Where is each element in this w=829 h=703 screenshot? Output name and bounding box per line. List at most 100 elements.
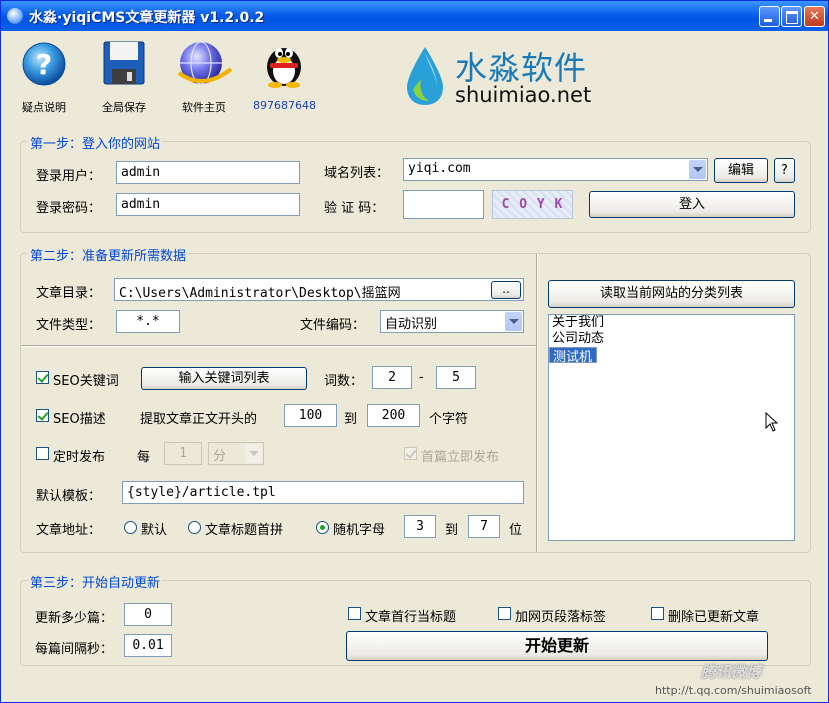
password-input[interactable]: admin bbox=[116, 193, 300, 216]
dir-label: 文章目录： bbox=[36, 286, 102, 301]
template-input[interactable]: {style}/article.tpl bbox=[122, 481, 524, 504]
seo-desc-checkbox[interactable] bbox=[36, 409, 49, 422]
save-icon bbox=[103, 41, 145, 85]
help-toolbar-button[interactable]: ? 疑点说明 bbox=[15, 39, 73, 115]
close-button[interactable]: ✕ bbox=[804, 6, 825, 27]
every-unit-select[interactable]: 分 bbox=[208, 442, 264, 465]
login-button[interactable]: 登入 bbox=[589, 191, 795, 218]
domain-label: 域名列表： bbox=[324, 166, 390, 181]
qq-toolbar-button[interactable]: 897687648 bbox=[253, 39, 316, 115]
word-dash: - bbox=[419, 370, 424, 385]
word-count-label: 词数： bbox=[324, 374, 364, 389]
delete-updated-label[interactable]: 删除已更新文章 bbox=[668, 606, 759, 625]
first-line-title-checkbox[interactable] bbox=[348, 607, 361, 620]
read-categories-button[interactable]: 读取当前网站的分类列表 bbox=[548, 280, 795, 308]
encoding-label: 文件编码： bbox=[300, 318, 366, 333]
app-window: 水淼·yiqiCMS文章更新器 v1.2.0.2 ✕ ? 疑点说明 全局保存 软… bbox=[0, 0, 829, 703]
start-update-button[interactable]: 开始更新 bbox=[346, 631, 768, 661]
list-item[interactable]: 关于我们 bbox=[549, 315, 794, 331]
desc-to-input[interactable]: 200 bbox=[367, 404, 420, 427]
url-default-label[interactable]: 默认 bbox=[141, 519, 167, 538]
delete-updated-checkbox[interactable] bbox=[651, 607, 664, 620]
homepage-toolbar-button[interactable]: 软件主页 bbox=[173, 39, 235, 115]
timed-publish-label[interactable]: 定时发布 bbox=[53, 446, 105, 465]
rand-to-label: 到 bbox=[445, 523, 459, 538]
homepage-label: 软件主页 bbox=[182, 101, 226, 114]
url-title-pinyin-radio[interactable] bbox=[188, 521, 201, 534]
step3-title: 第三步：开始自动更新 bbox=[28, 572, 163, 591]
add-p-tags-label[interactable]: 加网页段落标签 bbox=[515, 606, 606, 625]
word-max-input[interactable]: 5 bbox=[436, 366, 476, 389]
step2-title: 第二步：准备更新所需数据 bbox=[28, 245, 189, 264]
minimize-icon bbox=[760, 7, 779, 26]
step1-title: 第一步：登入你的网站 bbox=[28, 133, 163, 152]
word-min-input[interactable]: 2 bbox=[372, 366, 412, 389]
rand-to-input[interactable]: 7 bbox=[468, 515, 500, 538]
save-toolbar-button[interactable]: 全局保存 bbox=[95, 39, 153, 115]
mouse-cursor-icon bbox=[765, 412, 779, 432]
seo-keyword-label[interactable]: SEO关键词 bbox=[53, 370, 119, 389]
desc-extract-label: 提取文章正文开头的 bbox=[140, 412, 258, 427]
category-list[interactable]: 关于我们 公司动态 测试机 测试2 bbox=[548, 314, 795, 541]
domain-help-button[interactable]: ? bbox=[774, 158, 795, 183]
add-p-tags-checkbox[interactable] bbox=[498, 607, 511, 620]
app-icon bbox=[7, 8, 23, 24]
help-label: 疑点说明 bbox=[22, 101, 66, 114]
list-item-selected[interactable]: 测试机 bbox=[549, 347, 598, 365]
count-input[interactable]: 0 bbox=[124, 603, 172, 626]
url-random-radio[interactable] bbox=[316, 521, 329, 534]
maximize-button[interactable] bbox=[781, 6, 802, 27]
step1-group bbox=[20, 141, 811, 233]
edit-button[interactable]: 编辑 bbox=[714, 158, 768, 183]
save-label: 全局保存 bbox=[102, 101, 146, 114]
every-input[interactable]: 1 bbox=[164, 442, 202, 465]
first-publish-checkbox[interactable] bbox=[404, 447, 417, 460]
file-type-label: 文件类型： bbox=[36, 318, 102, 333]
user-label: 登录用户： bbox=[36, 169, 102, 184]
url-label: 文章地址： bbox=[36, 523, 102, 538]
chevron-down-icon[interactable] bbox=[245, 444, 262, 463]
step2-vertical-divider bbox=[536, 254, 538, 552]
close-icon: ✕ bbox=[809, 9, 820, 24]
chevron-down-icon[interactable] bbox=[689, 160, 706, 179]
water-drop-icon bbox=[407, 47, 443, 105]
desc-from-input[interactable]: 100 bbox=[284, 404, 337, 427]
seo-keyword-checkbox[interactable] bbox=[36, 371, 49, 384]
url-title-pinyin-label[interactable]: 文章标题首拼 bbox=[205, 519, 283, 538]
interval-label: 每篇间隔秒： bbox=[35, 642, 114, 657]
first-line-title-label[interactable]: 文章首行当标题 bbox=[365, 606, 456, 625]
globe-icon bbox=[177, 41, 233, 85]
url-random-label[interactable]: 随机字母 bbox=[333, 519, 385, 538]
title-bar[interactable]: 水淼·yiqiCMS文章更新器 v1.2.0.2 ✕ bbox=[1, 1, 828, 31]
keyword-list-button[interactable]: 输入关键词列表 bbox=[141, 367, 307, 390]
template-label: 默认模板： bbox=[36, 489, 102, 504]
first-publish-label[interactable]: 首篇立即发布 bbox=[421, 446, 499, 465]
brand-logo: 水淼软件 shuimiao.net bbox=[403, 41, 603, 111]
count-label: 更新多少篇： bbox=[35, 611, 114, 626]
interval-input[interactable]: 0.01 bbox=[124, 634, 172, 657]
file-type-input[interactable]: *.* bbox=[116, 310, 180, 333]
chevron-down-icon[interactable] bbox=[505, 312, 522, 331]
desc-unit-label: 个字符 bbox=[429, 412, 469, 427]
user-input[interactable]: admin bbox=[116, 161, 300, 184]
every-label: 每 bbox=[137, 450, 151, 465]
encoding-select[interactable]: 自动识别 bbox=[380, 310, 524, 333]
encoding-value: 自动识别 bbox=[385, 317, 438, 332]
list-item[interactable]: 公司动态 bbox=[549, 331, 794, 347]
weibo-watermark-url: http://t.qq.com/shuimiaosoft bbox=[655, 684, 812, 697]
seo-desc-label[interactable]: SEO描述 bbox=[53, 408, 106, 427]
password-label: 登录密码： bbox=[36, 201, 102, 216]
captcha-image[interactable]: C O Y K bbox=[492, 190, 573, 219]
url-default-radio[interactable] bbox=[124, 521, 137, 534]
step2-horizontal-divider bbox=[21, 345, 536, 347]
browse-button[interactable]: .. bbox=[491, 281, 521, 299]
help-icon: ? bbox=[22, 42, 66, 86]
timed-publish-checkbox[interactable] bbox=[36, 447, 49, 460]
svg-text:?: ? bbox=[36, 48, 52, 81]
domain-select[interactable]: yiqi.com bbox=[403, 158, 708, 181]
dir-input[interactable]: C:\Users\Administrator\Desktop\摇篮网 bbox=[114, 278, 524, 301]
rand-from-input[interactable]: 3 bbox=[404, 515, 436, 538]
minimize-button[interactable] bbox=[759, 6, 780, 27]
qq-number-label: 897687648 bbox=[253, 99, 316, 112]
captcha-input[interactable] bbox=[403, 190, 484, 219]
